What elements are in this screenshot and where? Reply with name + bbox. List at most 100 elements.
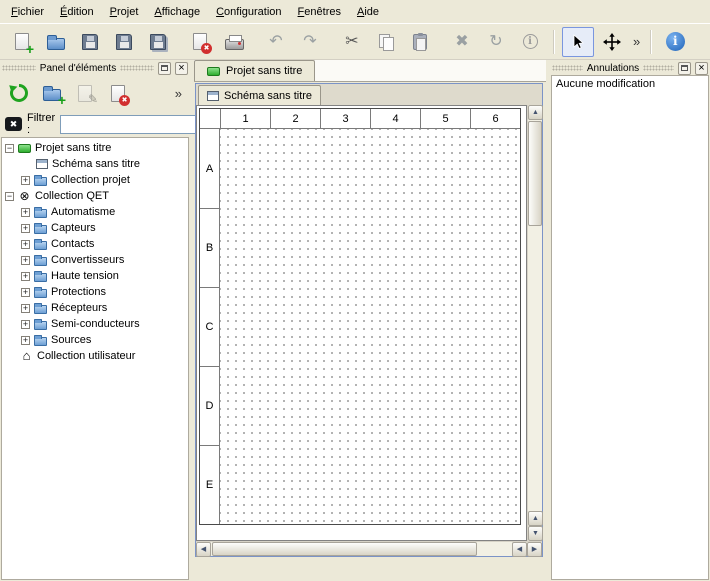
tree-item-recepteurs[interactable]: Récepteurs xyxy=(2,300,188,316)
tree-item-contacts[interactable]: Contacts xyxy=(2,236,188,252)
filter-input[interactable] xyxy=(60,115,210,134)
dock-grip[interactable] xyxy=(120,65,154,71)
element-info-button[interactable] xyxy=(514,27,546,57)
new-element-button[interactable] xyxy=(38,79,66,107)
scroll-up-icon[interactable] xyxy=(528,105,543,120)
schema-icon xyxy=(36,159,48,169)
about-button[interactable] xyxy=(659,27,691,57)
undo-history-list[interactable]: Aucune modification xyxy=(551,75,709,580)
schema-grid[interactable] xyxy=(220,129,520,524)
tree-item-automatisme[interactable]: Automatisme xyxy=(2,204,188,220)
schema-paper[interactable]: 1 2 3 4 5 6 A B C D E xyxy=(199,108,521,525)
folder-icon xyxy=(34,289,47,298)
tree-item-semi-conducteurs[interactable]: Semi-conducteurs xyxy=(2,316,188,332)
column-header: 6 xyxy=(470,109,520,129)
save-button[interactable] xyxy=(74,27,106,57)
new-project-button[interactable] xyxy=(6,27,38,57)
close-dock-button[interactable] xyxy=(695,62,708,75)
save-as-button[interactable] xyxy=(108,27,140,57)
paste-button[interactable] xyxy=(404,27,436,57)
move-tool-button[interactable] xyxy=(596,27,628,57)
delete-element-button[interactable] xyxy=(104,79,132,107)
expand-expander-icon[interactable] xyxy=(21,320,30,329)
tree-item-collection-utilisateur[interactable]: Collection utilisateur xyxy=(2,348,188,364)
expand-expander-icon[interactable] xyxy=(21,336,30,345)
print-button[interactable] xyxy=(218,27,250,57)
elements-panel-title: Panel d'éléments xyxy=(40,63,116,74)
vertical-scrollbar[interactable] xyxy=(527,105,542,541)
save-all-button[interactable] xyxy=(142,27,174,57)
schema-tabbar: Schéma sans titre xyxy=(196,84,542,105)
expand-expander-icon[interactable] xyxy=(21,176,30,185)
menu-edition[interactable]: Édition xyxy=(52,2,102,22)
delete-button[interactable]: ✖ xyxy=(446,27,478,57)
scroll-right-icon[interactable] xyxy=(527,542,542,557)
rotate-button[interactable]: ↻ xyxy=(480,27,512,57)
horizontal-scrollbar[interactable] xyxy=(196,541,542,556)
expand-expander-icon[interactable] xyxy=(21,272,30,281)
menu-projet[interactable]: Projet xyxy=(102,2,147,22)
tree-item-convertisseurs[interactable]: Convertisseurs xyxy=(2,252,188,268)
dock-grip[interactable] xyxy=(2,65,36,71)
schema-canvas[interactable]: 1 2 3 4 5 6 A B C D E xyxy=(196,105,527,541)
collapse-expander-icon[interactable] xyxy=(5,192,14,201)
delete-element-icon xyxy=(111,85,125,102)
float-dock-button[interactable] xyxy=(678,62,691,75)
expand-expander-icon[interactable] xyxy=(21,256,30,265)
menu-fenetres[interactable]: Fenêtres xyxy=(290,2,349,22)
copy-button[interactable] xyxy=(370,27,402,57)
horizontal-scroll-thumb[interactable] xyxy=(212,542,477,556)
paste-icon xyxy=(413,34,427,50)
row-header: A xyxy=(200,129,220,208)
tree-item-haute-tension[interactable]: Haute tension xyxy=(2,268,188,284)
tab-schema[interactable]: Schéma sans titre xyxy=(198,85,321,105)
tree-item-sources[interactable]: Sources xyxy=(2,332,188,348)
menu-configuration[interactable]: Configuration xyxy=(208,2,289,22)
menu-affichage[interactable]: Affichage xyxy=(146,2,208,22)
home-icon xyxy=(20,350,33,362)
menu-fichier[interactable]: Fichier xyxy=(3,2,52,22)
menu-aide[interactable]: Aide xyxy=(349,2,387,22)
menu-bar: Fichier Édition Projet Affichage Configu… xyxy=(0,0,710,23)
scroll-left-icon[interactable] xyxy=(512,542,527,557)
clear-filter-button[interactable] xyxy=(5,117,22,131)
new-document-icon xyxy=(15,33,29,50)
add-element-icon xyxy=(43,89,61,101)
expand-expander-icon[interactable] xyxy=(21,240,30,249)
open-project-button[interactable] xyxy=(40,27,72,57)
elements-panel-titlebar[interactable]: Panel d'éléments xyxy=(0,60,190,75)
expand-expander-icon[interactable] xyxy=(21,304,30,313)
scroll-left-icon[interactable] xyxy=(196,542,211,557)
scroll-up-icon[interactable] xyxy=(528,511,543,526)
dock-grip[interactable] xyxy=(643,65,674,71)
reload-collections-button[interactable] xyxy=(5,79,33,107)
edit-element-button[interactable] xyxy=(71,79,99,107)
refresh-icon xyxy=(8,82,30,104)
dock-grip[interactable] xyxy=(552,65,583,71)
tree-item-collection-projet[interactable]: Collection projet xyxy=(2,172,188,188)
tree-item-project[interactable]: Projet sans titre xyxy=(2,140,188,156)
expand-expander-icon[interactable] xyxy=(21,288,30,297)
tree-item-schema[interactable]: Schéma sans titre xyxy=(2,156,188,172)
undo-button[interactable]: ↶ xyxy=(260,27,292,57)
select-tool-button[interactable] xyxy=(562,27,594,57)
scroll-down-icon[interactable] xyxy=(528,526,543,541)
expand-expander-icon[interactable] xyxy=(21,224,30,233)
qet-collection-icon xyxy=(18,190,31,202)
close-project-button[interactable] xyxy=(184,27,216,57)
close-dock-button[interactable] xyxy=(175,62,188,75)
collapse-expander-icon[interactable] xyxy=(5,144,14,153)
panel-overflow-button[interactable]: » xyxy=(172,86,185,101)
tree-item-protections[interactable]: Protections xyxy=(2,284,188,300)
toolbar-overflow-button[interactable]: » xyxy=(630,34,643,49)
tree-item-collection-qet[interactable]: Collection QET xyxy=(2,188,188,204)
redo-button[interactable]: ↷ xyxy=(294,27,326,57)
undo-dock-titlebar[interactable]: Annulations xyxy=(550,60,710,75)
tree-item-capteurs[interactable]: Capteurs xyxy=(2,220,188,236)
float-dock-button[interactable] xyxy=(158,62,171,75)
folder-icon xyxy=(34,225,47,234)
vertical-scroll-thumb[interactable] xyxy=(528,121,542,226)
cut-button[interactable]: ✂ xyxy=(336,27,368,57)
expand-expander-icon[interactable] xyxy=(21,208,30,217)
tab-project[interactable]: Projet sans titre xyxy=(194,60,315,81)
